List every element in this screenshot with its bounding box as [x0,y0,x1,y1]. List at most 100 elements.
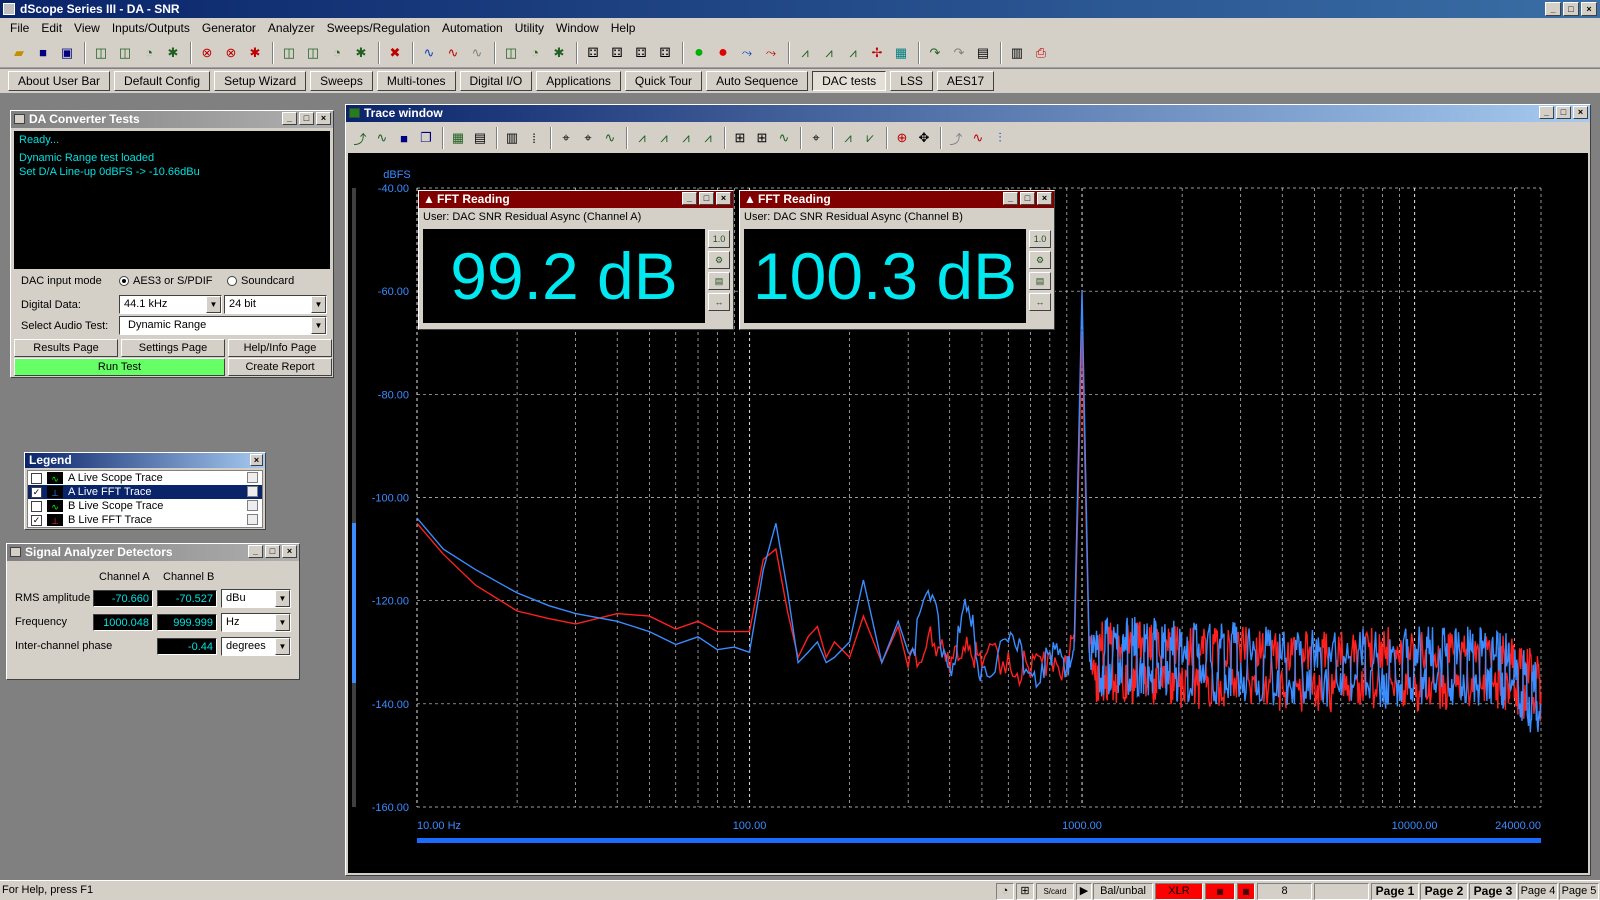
trace-5-icon[interactable]: ▦ [890,42,912,64]
meter-c-icon[interactable]: ✱ [548,42,570,64]
fft-b-minimize-button[interactable]: _ [1003,192,1018,205]
rms-unit-select[interactable]: dBu ▼ [221,589,291,608]
export-icon[interactable]: ▥ [1006,42,1028,64]
cursor-4-icon[interactable]: ⩘ [698,128,718,148]
cursor-3-icon[interactable]: ⩘ [676,128,696,148]
input-b-icon[interactable]: ◫ [302,42,324,64]
userbar-sweeps[interactable]: Sweeps [310,71,373,91]
fft-a-resize-icon[interactable]: ↔ [708,293,730,311]
phase-unit-select[interactable]: degrees ▼ [221,637,291,656]
trace-props-icon[interactable] [247,500,258,511]
trace-props-icon[interactable] [247,486,258,497]
sweep-icon[interactable]: ⤳ [736,42,758,64]
close-button[interactable]: × [1581,2,1597,16]
menu-file[interactable]: File [4,21,35,35]
grid-icon[interactable]: ▦ [448,128,468,148]
det-close-button[interactable]: × [282,545,297,558]
menu-view[interactable]: View [68,21,106,35]
legend-item-b-fft[interactable]: ✓ ⊥ B Live FFT Trace [28,513,262,527]
menu-generator[interactable]: Generator [196,21,262,35]
zoom-x-icon[interactable]: ⌖ [556,128,576,148]
fft-b-maximize-button[interactable]: □ [1020,192,1035,205]
regulation-off-icon[interactable]: ↷ [948,42,970,64]
channel-1-icon[interactable]: ⚃ [582,42,604,64]
pan-icon[interactable]: ✥ [914,128,934,148]
report-icon[interactable]: ▤ [972,42,994,64]
run-test-button[interactable]: Run Test [14,358,225,376]
output-kill-icon[interactable]: ✱ [244,42,266,64]
harmonic-icon[interactable]: ⩘ [838,128,858,148]
add-trace-icon[interactable]: ⤴ [350,128,370,148]
audio-test-select[interactable]: Dynamic Range ▼ [119,316,327,335]
output-b-icon[interactable]: ◫ [114,42,136,64]
legend-checkbox[interactable]: ✓ [31,486,42,498]
meter-a-icon[interactable]: ◫ [500,42,522,64]
userbar-setup-wizard[interactable]: Setup Wizard [214,71,307,91]
cursor-2-icon[interactable]: ⩘ [654,128,674,148]
input-a-icon[interactable]: ◫ [278,42,300,64]
userbar-aes17[interactable]: AES17 [936,71,995,91]
fft-a-close-button[interactable]: × [716,192,731,205]
create-report-button[interactable]: Create Report [228,358,332,376]
mode-aes3-radio[interactable]: AES3 or S/PDIF [119,275,227,287]
scale-icon[interactable]: ⁞ [524,128,544,148]
smooth-icon[interactable]: ∿ [968,128,988,148]
fft-a-log-icon[interactable]: ▤ [708,272,730,290]
det-minimize-button[interactable]: _ [248,545,263,558]
menu-inputs-outputs[interactable]: Inputs/Outputs [106,21,196,35]
menu-help[interactable]: Help [605,21,642,35]
x-scrollbar[interactable] [417,838,1541,843]
trace-props-icon[interactable] [247,472,258,483]
trace-props-icon[interactable] [247,514,258,525]
trace-save-icon[interactable]: ■ [394,128,414,148]
fft-a-maximize-button[interactable]: □ [699,192,714,205]
minimize-button[interactable]: _ [1545,2,1561,16]
output-d-icon[interactable]: ✱ [162,42,184,64]
trace-1-icon[interactable]: ⩘ [794,42,816,64]
output-off-icon[interactable]: ⊗ [196,42,218,64]
open-icon[interactable]: ▰ [8,42,30,64]
da-maximize-button[interactable]: □ [299,112,314,125]
menu-sweeps[interactable]: Sweeps/Regulation [321,21,436,35]
scope-trig-icon[interactable]: ∿ [442,42,464,64]
userbar-auto-sequence[interactable]: Auto Sequence [706,71,809,91]
trace-link-icon[interactable]: ∿ [372,128,392,148]
table-icon[interactable]: ▤ [470,128,490,148]
autoscale-icon[interactable]: ∿ [600,128,620,148]
userbar-applications[interactable]: Applications [536,71,621,91]
freq-unit-select[interactable]: Hz ▼ [221,613,291,632]
input-d-icon[interactable]: ✱ [350,42,372,64]
userbar-multitones[interactable]: Multi-tones [376,71,456,91]
calc-icon[interactable]: ⊕ [892,128,912,148]
page-2-tab[interactable]: Page 2 [1420,883,1468,900]
results-page-button[interactable]: Results Page [14,339,118,357]
menu-edit[interactable]: Edit [35,21,68,35]
channel-2-icon[interactable]: ⚃ [606,42,628,64]
meter-b-icon[interactable]: ◔ [524,42,546,64]
da-close-button[interactable]: × [316,112,331,125]
page-3-tab[interactable]: Page 3 [1469,883,1517,900]
trace-4-icon[interactable]: ✢ [866,42,888,64]
det-maximize-button[interactable]: □ [265,545,280,558]
menu-utility[interactable]: Utility [509,21,550,35]
page-4-tab[interactable]: Page 4 [1518,883,1558,900]
legend-item-a-scope[interactable]: ∿ A Live Scope Trace [28,471,262,485]
menu-automation[interactable]: Automation [436,21,509,35]
page-5-tab[interactable]: Page 5 [1559,883,1599,900]
legend-item-a-fft[interactable]: ✓ ⊥ A Live FFT Trace [28,485,262,499]
scope-icon[interactable]: ∿ [418,42,440,64]
fft-b-close-button[interactable]: × [1037,192,1052,205]
fft-a-minimize-button[interactable]: _ [682,192,697,205]
legend-checkbox[interactable] [31,500,42,512]
fft-b-settings-icon[interactable]: ⚙ [1029,251,1051,269]
userbar-lss[interactable]: LSS [890,71,933,91]
menu-window[interactable]: Window [550,21,605,35]
marker-icon[interactable]: ⌖ [806,128,826,148]
fft-b-log-icon[interactable]: ▤ [1029,272,1051,290]
userbar-quick-tour[interactable]: Quick Tour [624,71,703,91]
da-minimize-button[interactable]: _ [282,112,297,125]
sample-rate-select[interactable]: 44.1 kHz ▼ [119,295,222,314]
maximize-button[interactable]: □ [1563,2,1579,16]
print-icon[interactable]: ⎙ [1030,42,1052,64]
help-info-button[interactable]: Help/Info Page [228,339,332,357]
